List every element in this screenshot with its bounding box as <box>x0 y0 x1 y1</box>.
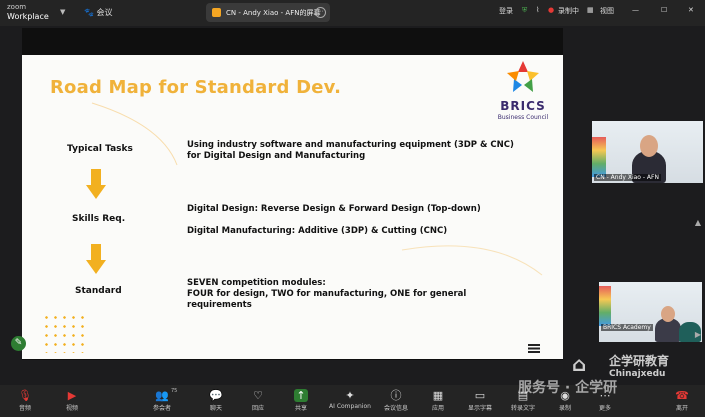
body-line: Using industry software and manufacturin… <box>187 140 514 150</box>
shield-icon[interactable]: ⛨ <box>522 6 527 15</box>
brics-logo-subtitle: Business Council <box>497 114 549 121</box>
participants-button[interactable]: 👥 75 参会者 <box>142 385 182 417</box>
body-line: for Digital Design and Manufacturing <box>187 151 366 161</box>
menu-icon[interactable] <box>528 344 540 353</box>
body-line: FOUR for design, TWO for manufacturing, … <box>187 289 467 299</box>
meeting-label: 会议 <box>96 8 113 17</box>
paw-icon: 🐾 <box>84 8 94 17</box>
body-line: SEVEN competition modules: <box>187 278 326 288</box>
toolbar-label: 参会者 <box>152 405 171 412</box>
leave-button[interactable]: ☎ 离开 <box>662 385 702 417</box>
scroll-down-icon[interactable]: ▶ <box>695 330 701 339</box>
toolbar-label: 音频 <box>18 405 31 412</box>
row-body-standard: SEVEN competition modules: FOUR for desi… <box>187 278 466 311</box>
chat-button[interactable]: 💬 聊天 <box>196 385 236 417</box>
login-button[interactable]: 登录 <box>499 6 513 16</box>
watermark-service-text: 服务号 · 企学研 <box>518 380 618 396</box>
watermark-subtext: Chinajxedu <box>609 369 666 379</box>
body-line: Digital Design: Reverse Design & Forward… <box>187 204 481 214</box>
watermark-emblem-icon: ⌂ <box>572 352 587 376</box>
audio-button[interactable]: 🎙 音频 <box>5 385 45 417</box>
video-caption: CN - Andy Xiao - AFN <box>594 174 661 181</box>
brics-logo-word: BRICS <box>500 99 546 113</box>
toolbar-label: 会议信息 <box>383 405 408 412</box>
backdrop-stripe <box>599 286 611 326</box>
signal-icon: ⌇ <box>536 6 540 14</box>
chat-icon: 💬 <box>209 389 223 402</box>
logo-bottom-text: Workplace <box>7 12 49 21</box>
toolbar-label: 应用 <box>431 405 444 412</box>
video-tile-brics-academy[interactable]: BRICS Academy <box>599 282 702 342</box>
more-options-icon[interactable]: ⋯ <box>315 7 326 18</box>
share-tab[interactable]: CN - Andy Xiao - AFN的屏幕 ⋯ <box>206 3 330 22</box>
meeting-label-group[interactable]: 🐾 会议 <box>84 7 113 18</box>
video-button[interactable]: ▶ 视频 <box>52 385 92 417</box>
annotate-pencil-icon[interactable]: ✎ <box>11 336 26 351</box>
video-tile-speaker[interactable]: CN - Andy Xiao - AFN <box>592 121 703 183</box>
scroll-up-icon[interactable]: ▲ <box>695 218 701 227</box>
body-line: requirements <box>187 300 252 310</box>
toolbar-label: 显示字幕 <box>467 405 492 412</box>
ai-companion-icon: ✦ <box>345 389 355 402</box>
slide-title: Road Map for Standard Dev. <box>50 77 342 98</box>
reaction-icon: ♡ <box>253 389 263 402</box>
down-arrow-icon <box>86 169 106 201</box>
video-caption: BRICS Academy <box>601 324 653 331</box>
toolbar-label: AI Companion <box>329 403 371 410</box>
leave-icon: ☎ <box>675 389 689 402</box>
toolbar-label: 回应 <box>251 405 264 412</box>
toolbar-label: 聊天 <box>209 405 222 412</box>
participant-count: 75 <box>171 388 178 394</box>
microphone-icon: 🎙 <box>18 389 32 402</box>
captions-icon: ▭ <box>474 389 486 402</box>
body-line: Digital Manufacturing: Additive (3DP) & … <box>187 226 448 236</box>
view-button[interactable]: 视图 <box>600 6 614 16</box>
reaction-button[interactable]: ♡ 回应 <box>238 385 278 417</box>
ai-companion-button[interactable]: ✦ AI Companion <box>328 385 372 417</box>
maximize-icon[interactable]: ☐ <box>661 6 667 14</box>
captions-button[interactable]: ▭ 显示字幕 <box>460 385 500 417</box>
decorative-dot-grid <box>42 313 90 353</box>
info-icon: ⓘ <box>390 389 402 402</box>
share-screen-icon: ↑ <box>294 389 308 402</box>
speaker-face <box>640 135 658 157</box>
meeting-info-button[interactable]: ⓘ 会议信息 <box>376 385 416 417</box>
chevron-down-icon[interactable]: ▼ <box>60 8 65 16</box>
toolbar-label: 录制 <box>558 405 571 412</box>
backdrop-stripe <box>592 137 606 177</box>
watermark-text: 企学研教育 <box>609 354 670 368</box>
attendee-face <box>661 306 675 322</box>
brics-star-icon <box>507 61 539 92</box>
brics-logo: BRICS Business Council <box>492 59 554 135</box>
recording-dot-icon: ● <box>548 6 555 14</box>
apps-icon: ▦ <box>432 389 444 402</box>
video-camera-icon: ▶ <box>67 389 77 402</box>
toolbar-label: 视频 <box>65 405 78 412</box>
grid-icon: ▦ <box>587 6 594 14</box>
title-bar: zoom Workplace ▼ 🐾 会议 CN - Andy Xiao - A… <box>0 0 705 26</box>
row-label-skills: Skills Req. <box>72 214 126 224</box>
share-tab-title: CN - Andy Xiao - AFN的屏幕 <box>226 9 321 17</box>
row-label-typical-tasks: Typical Tasks <box>67 144 133 154</box>
shared-slide: Road Map for Standard Dev. BRICS Busines… <box>22 55 563 359</box>
row-label-standard: Standard <box>75 286 122 296</box>
minimize-icon[interactable]: — <box>632 6 639 14</box>
toolbar-label: 共享 <box>294 405 307 412</box>
zoom-workplace-logo: zoom Workplace <box>7 3 49 21</box>
toolbar-label: 离开 <box>675 405 688 412</box>
down-arrow-icon <box>86 244 106 276</box>
share-button[interactable]: ↑ 共享 <box>281 385 321 417</box>
recording-status[interactable]: 录制中 <box>558 6 579 16</box>
close-icon[interactable]: ✕ <box>688 6 694 14</box>
apps-button[interactable]: ▦ 应用 <box>418 385 458 417</box>
toolbar-label: 转录文字 <box>510 405 535 412</box>
share-favicon <box>212 8 221 17</box>
toolbar-label: 更多 <box>598 405 611 412</box>
row-body-typical-tasks: Using industry software and manufacturin… <box>187 140 514 162</box>
logo-top-text: zoom <box>7 3 27 11</box>
